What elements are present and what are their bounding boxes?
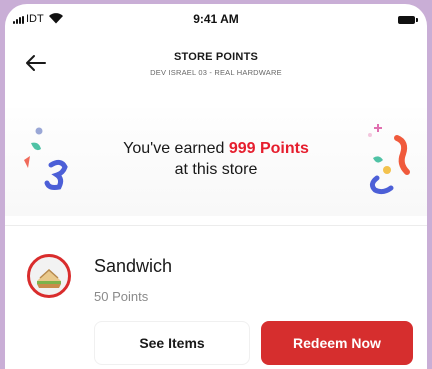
- status-time: 9:41 AM: [193, 12, 239, 26]
- see-items-button[interactable]: See Items: [94, 321, 250, 365]
- redeem-now-button[interactable]: Redeem Now: [261, 321, 413, 365]
- points-suffix: at this store: [174, 161, 258, 178]
- store-subtitle: DEV ISRAEL 03 - REAL HARDWARE: [150, 68, 282, 77]
- divider: [5, 225, 427, 226]
- points-banner: You've earned 999 Points at this store: [5, 108, 427, 216]
- reward-name: Sandwich: [94, 256, 173, 276]
- battery-icon: [398, 16, 418, 24]
- reward-points: 50 Points: [94, 289, 149, 304]
- page-title: STORE POINTS: [173, 51, 259, 63]
- sandwich-icon: [27, 254, 71, 298]
- points-prefix: You've earned: [123, 140, 229, 157]
- points-message: You've earned 999 Points at this store: [5, 138, 427, 180]
- status-bar: IDT 9:41 AM: [5, 4, 427, 34]
- points-value: 999 Points: [228, 140, 309, 157]
- phone-screen: IDT 9:41 AM STORE POINTS DEV ISRAEL 03 -…: [5, 4, 427, 369]
